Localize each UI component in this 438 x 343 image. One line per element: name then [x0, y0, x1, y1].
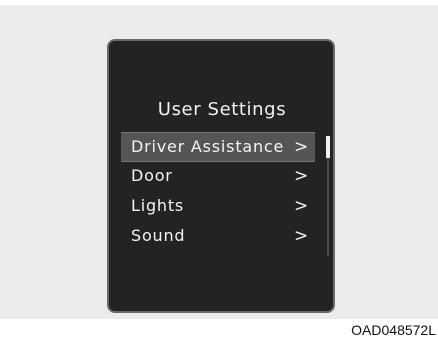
screen-title: User Settings — [157, 99, 287, 120]
menu-item-driver-assistance[interactable]: Driver Assistance > — [121, 132, 315, 162]
chevron-right-icon: > — [293, 137, 309, 157]
chevron-right-icon: > — [293, 166, 309, 186]
chevron-right-icon: > — [293, 226, 309, 246]
figure-code: OAD048572L — [351, 322, 436, 338]
menu-item-lights[interactable]: Lights > — [121, 192, 315, 222]
menu-item-label: Lights — [131, 196, 185, 215]
settings-menu: Driver Assistance > Door > Lights > Soun… — [121, 132, 315, 252]
menu-item-label: Sound — [131, 226, 186, 245]
menu-item-label: Driver Assistance — [131, 137, 285, 156]
menu-item-sound[interactable]: Sound > — [121, 222, 315, 252]
menu-item-label: Door — [131, 166, 173, 185]
scrollbar-thumb[interactable] — [326, 136, 330, 158]
menu-item-door[interactable]: Door > — [121, 162, 315, 192]
chevron-right-icon: > — [293, 196, 309, 216]
cluster-display: User Settings Driver Assistance > Door >… — [107, 39, 335, 313]
